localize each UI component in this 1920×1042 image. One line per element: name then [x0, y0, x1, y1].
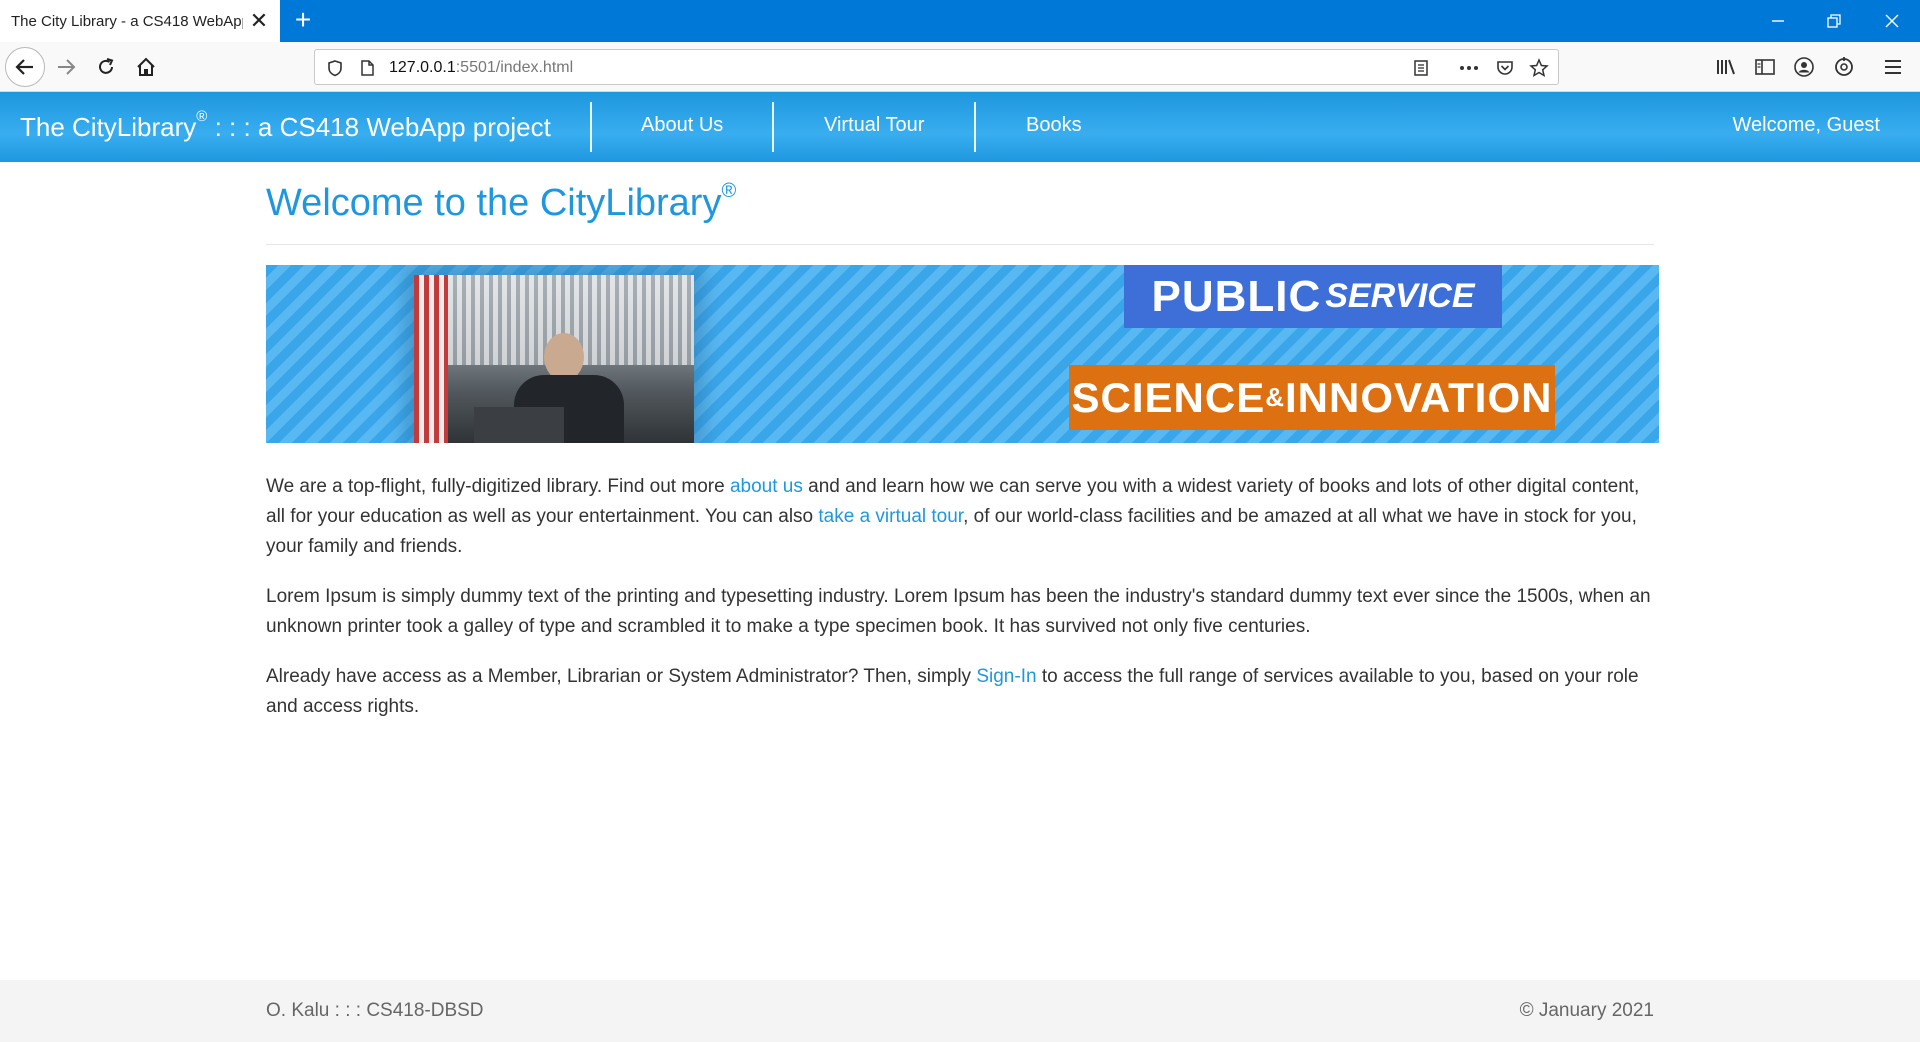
nav-about-us[interactable]: About Us: [641, 114, 723, 137]
public-service-label: PUBLIC SERVICE: [1124, 265, 1502, 328]
sync-icon[interactable]: [1831, 54, 1857, 80]
menu-icon[interactable]: [1880, 54, 1906, 80]
speaker-photo: [414, 275, 694, 443]
shield-icon[interactable]: [323, 56, 347, 80]
account-icon[interactable]: [1791, 54, 1817, 80]
signin-paragraph: Already have access as a Member, Librari…: [266, 666, 1639, 717]
hero-banner: PUBLIC SERVICE SCIENCE & INNOVATION: [266, 265, 1659, 443]
about-us-link[interactable]: about us: [730, 476, 803, 497]
forward-icon[interactable]: [46, 47, 86, 87]
lorem-paragraph: Lorem Ipsum is simply dummy text of the …: [266, 586, 1651, 637]
tab-close-icon[interactable]: ✕: [248, 8, 270, 33]
science-innovation-label: SCIENCE & INNOVATION: [1069, 365, 1555, 430]
reload-icon[interactable]: [86, 47, 126, 87]
site-brand[interactable]: The CityLibrary® : : : a CS418 WebApp pr…: [20, 108, 551, 143]
site-header: The CityLibrary® : : : a CS418 WebApp pr…: [0, 92, 1920, 162]
back-icon[interactable]: [5, 47, 45, 87]
page-icon[interactable]: [355, 56, 379, 80]
url-text[interactable]: 127.0.0.1:5501/index.html: [389, 59, 573, 77]
more-actions-icon[interactable]: [1457, 56, 1481, 80]
virtual-tour-link[interactable]: take a virtual tour: [818, 506, 963, 527]
library-icon[interactable]: [1713, 54, 1739, 80]
nav-divider: [772, 102, 774, 152]
close-window-icon[interactable]: [1864, 0, 1920, 42]
nav-books[interactable]: Books: [1026, 114, 1082, 137]
title-divider: [266, 244, 1654, 245]
browser-toolbar: 127.0.0.1:5501/index.html: [0, 42, 1920, 92]
tab-title: The City Library - a CS418 WebApp projec…: [11, 12, 243, 30]
home-icon[interactable]: [126, 47, 166, 87]
browser-tab-bar: The City Library - a CS418 WebApp projec…: [0, 0, 1920, 42]
browser-tab[interactable]: The City Library - a CS418 WebApp projec…: [0, 0, 280, 42]
welcome-user[interactable]: Welcome, Guest: [1733, 114, 1880, 137]
restore-icon[interactable]: [1806, 0, 1862, 42]
main-content: We are a top-flight, fully-digitized lib…: [266, 472, 1658, 742]
nav-divider: [590, 102, 592, 152]
minimize-icon[interactable]: [1750, 0, 1806, 42]
intro-paragraph: We are a top-flight, fully-digitized lib…: [266, 476, 1640, 557]
sidebar-icon[interactable]: [1752, 54, 1778, 80]
footer-copyright: © January 2021: [1519, 1000, 1654, 1021]
nav-divider: [974, 102, 976, 152]
reader-view-icon[interactable]: [1409, 56, 1433, 80]
footer-author: O. Kalu : : : CS418-DBSD: [266, 1000, 484, 1021]
page-title: Welcome to the CityLibrary®: [266, 180, 737, 224]
pocket-icon[interactable]: [1493, 56, 1517, 80]
new-tab-icon[interactable]: +: [288, 6, 318, 36]
bookmark-star-icon[interactable]: [1527, 56, 1551, 80]
url-bar[interactable]: 127.0.0.1:5501/index.html: [314, 49, 1559, 85]
sign-in-link[interactable]: Sign-In: [976, 666, 1036, 687]
site-footer: O. Kalu : : : CS418-DBSD © January 2021: [0, 980, 1920, 1042]
nav-virtual-tour[interactable]: Virtual Tour: [824, 114, 924, 137]
